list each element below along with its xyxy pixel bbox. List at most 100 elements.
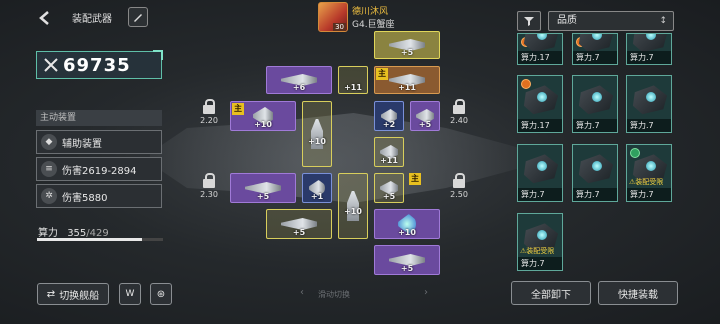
inventory-card[interactable]: 算力.7 [572, 33, 618, 65]
shield-icon: ◆ [41, 134, 57, 150]
slot-level: +2 [382, 120, 396, 129]
warning-label: 装配受限 [635, 178, 664, 186]
lock-value: 2.40 [450, 116, 468, 125]
weapon-slot[interactable]: +5 [374, 245, 440, 275]
weapon-art [578, 154, 614, 184]
compute-bar [37, 238, 163, 241]
unload-all-label: 全部卸下 [531, 289, 571, 301]
inventory-card[interactable]: 算力.17 [517, 75, 563, 133]
fleet-button[interactable]: ⊛ [150, 283, 172, 305]
lock-value: 2.30 [200, 190, 218, 199]
slot-level: +6 [292, 83, 306, 92]
warning-label: 装配受限 [526, 247, 555, 255]
module-type-icon [630, 148, 640, 158]
swipe-hint: 滑动切换 [318, 290, 350, 299]
switch-ship-label: 切换舰船 [59, 290, 100, 302]
weapon-slot[interactable]: +2 [374, 101, 404, 131]
weapon-slot[interactable]: +10 [302, 101, 332, 167]
inventory-card[interactable]: 算力.7 [572, 75, 618, 133]
card-power: 算力.7 [627, 188, 671, 201]
stat-row-damage-1[interactable]: ≡ 伤害2619-2894 [36, 157, 162, 181]
compute-bar-fill [37, 238, 142, 241]
weapon-art [347, 191, 359, 221]
switch-ship-button[interactable]: ⇄ 切换舰船 [37, 283, 109, 305]
inventory-card[interactable]: 算力.7 [517, 144, 563, 202]
commander-avatar[interactable]: 30 [318, 2, 348, 32]
restricted-warning: ⚠装配受限 [629, 178, 664, 186]
locked-slot-right-lower[interactable]: 2.50 [447, 173, 471, 199]
locked-slot-right-upper[interactable]: 2.40 [447, 99, 471, 125]
slot-level: +5 [292, 228, 306, 237]
weapon-slot[interactable]: +10 [338, 173, 368, 239]
weapon-slot[interactable]: +5 [410, 101, 440, 131]
inventory-card[interactable]: ⚠装配受限 算力.7 [626, 144, 672, 202]
panel-corner [153, 50, 163, 60]
stat-row-aux[interactable]: ◆ 辅助装置 [36, 130, 162, 154]
weapon-art [632, 85, 668, 115]
power-value: 69735 [63, 54, 131, 76]
lock-icon [453, 173, 465, 188]
card-power: 算力.7 [627, 51, 671, 64]
lock-icon [203, 99, 215, 114]
stat-label: 辅助装置 [62, 138, 102, 150]
weapon-slot[interactable]: 主 +10 [230, 101, 296, 131]
slot-level: +11 [380, 156, 398, 165]
swipe-right-icon: › [424, 287, 428, 298]
sort-label: 品质 [557, 15, 577, 26]
weapon-art [578, 85, 614, 115]
stat-label: 伤害2619-2894 [62, 165, 137, 177]
section-header: 主动装置 [36, 110, 162, 126]
filter-icon [524, 17, 534, 26]
slot-level: +5 [418, 120, 432, 129]
formation-button[interactable]: W [119, 283, 141, 305]
quick-equip-label: 快捷装载 [618, 289, 658, 301]
inventory-card[interactable]: 算力.17 [517, 33, 563, 65]
sort-dropdown[interactable]: 品质 ↕ [548, 11, 674, 31]
gear-icon: ✲ [41, 188, 57, 204]
locked-slot-left-upper[interactable]: 2.20 [197, 99, 221, 125]
quick-equip-button[interactable]: 快捷装载 [598, 281, 678, 305]
weapon-slot[interactable]: +5 [374, 31, 440, 59]
commander-rank: G4.巨蟹座 [352, 20, 395, 30]
compute-readout: 算力 355/429 [38, 224, 109, 239]
weapon-slot[interactable]: +11 [374, 137, 404, 167]
inventory-card[interactable]: 算力.7 [572, 144, 618, 202]
slot-level: +10 [398, 228, 416, 237]
stat-row-damage-2[interactable]: ✲ 伤害5880 [36, 184, 162, 208]
slot-level: +5 [382, 192, 396, 201]
back-button[interactable] [38, 10, 52, 25]
chevron-left-icon [39, 11, 49, 25]
fleet-power-panel: 69735 [36, 50, 163, 79]
locked-slot-left-lower[interactable]: 2.30 [197, 173, 221, 199]
slot-level: +5 [256, 192, 270, 201]
weapon-slot[interactable]: +5 [230, 173, 296, 203]
unload-all-button[interactable]: 全部卸下 [511, 281, 591, 305]
weapon-slot[interactable]: +6 [266, 66, 332, 94]
crossed-swords-icon [44, 58, 58, 72]
filter-button[interactable] [517, 11, 541, 31]
stat-label: 伤害5880 [62, 192, 108, 204]
card-power: 算力.17 [518, 119, 562, 132]
pen-icon [134, 14, 142, 22]
restricted-warning: ⚠装配受限 [520, 247, 555, 255]
slot-level: +11 [344, 83, 362, 92]
weapon-slot[interactable]: +1 [302, 173, 332, 203]
commander-level: 30 [333, 23, 346, 31]
slot-level: +1 [310, 192, 324, 201]
swap-icon: ⇄ [46, 288, 56, 300]
weapon-slot[interactable]: +10 [374, 209, 440, 239]
lock-value: 2.20 [200, 116, 218, 125]
weapon-slot[interactable]: 主 +11 [374, 66, 440, 94]
card-power: 算力.7 [627, 119, 671, 132]
slot-level: +10 [254, 120, 272, 129]
weapon-slot[interactable]: +11 [338, 66, 368, 94]
card-power: 算力.7 [573, 51, 617, 64]
weapon-edit-button[interactable] [128, 7, 148, 27]
module-type-icon [521, 79, 531, 89]
inventory-card[interactable]: 算力.7 [626, 75, 672, 133]
slot-level: +10 [308, 137, 326, 146]
inventory-card[interactable]: ⚠装配受限 算力.7 [517, 213, 563, 271]
weapon-slot[interactable]: +5 [266, 209, 332, 239]
inventory-card[interactable]: 算力.7 [626, 33, 672, 65]
weapon-slot[interactable]: +5 [374, 173, 404, 203]
